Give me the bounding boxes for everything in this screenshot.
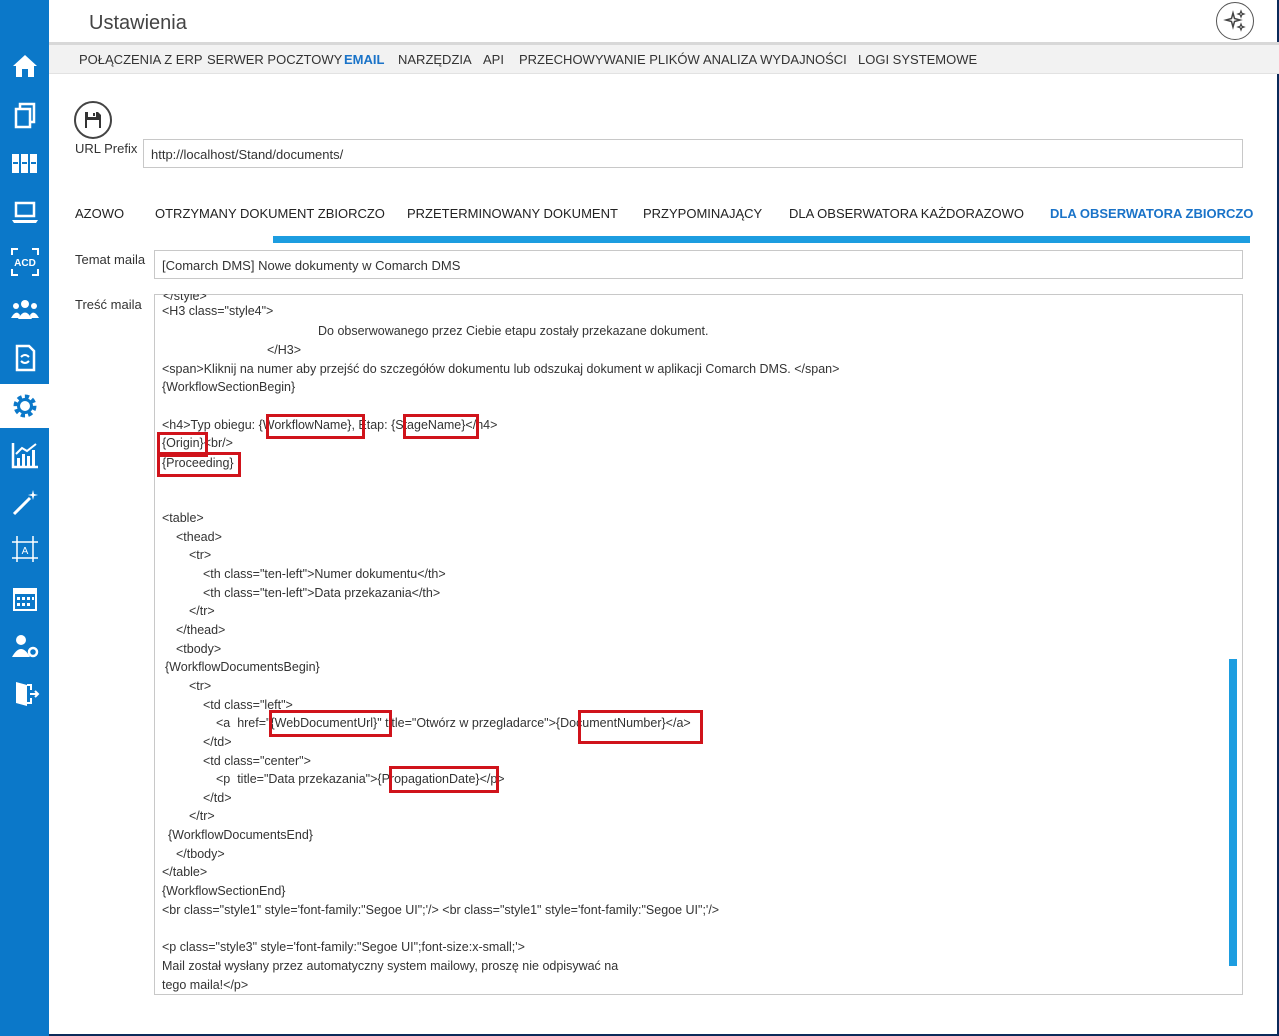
documents-icon [14,102,35,129]
home-icon [12,55,37,77]
sidebar-item-logout[interactable] [0,672,49,716]
body-line: {WorkflowSectionBegin} [162,380,296,394]
tab-overdue-document[interactable]: PRZETERMINOWANY DOKUMENT [407,206,618,221]
laptop-icon [11,201,38,223]
tab-erp-connections[interactable]: POŁĄCZENIA Z ERP [79,52,203,67]
url-prefix-label: URL Prefix [75,141,138,156]
tab-mail-server[interactable]: SERWER POCZTOWY [207,52,342,67]
mail-body-editor[interactable] [154,294,1243,995]
designer-label: A [21,546,28,557]
body-line: </table> [162,865,208,879]
url-prefix-input[interactable]: http://localhost/Stand/documents/ [143,139,1243,168]
sidebar-item-analytics[interactable] [0,433,49,477]
body-label: Treść maila [75,297,142,312]
user-settings-icon [11,635,38,658]
highlight-proceeding [157,452,241,477]
tab-reminder[interactable]: PRZYPOMINAJĄCY [643,206,762,221]
magic-wand-icon [12,490,38,516]
binders-icon [11,154,37,173]
sidebar-item-automation[interactable] [0,480,49,524]
tab-system-logs[interactable]: LOGI SYSTEMOWE [858,52,977,67]
body-line: <span>Kliknij na numer aby przejść do sz… [162,362,840,376]
body-line: </thead> [176,623,226,637]
highlight-web-document-url [269,710,392,737]
floppy-disk-icon [85,112,101,128]
body-line: </H3> [267,343,302,357]
body-line: <tr> [189,679,212,693]
sidebar-item-user-settings[interactable] [0,624,49,668]
sidebar-item-workstation[interactable] [0,190,49,234]
subject-label: Temat maila [75,252,146,267]
logout-icon [15,682,39,706]
body-line: Mail został wysłany przez automatyczny s… [162,959,619,973]
sidebar-item-binders[interactable] [0,141,49,185]
mail-body-scrollbar[interactable] [1229,659,1237,966]
tab-indicator [273,236,1250,243]
tab-file-storage[interactable]: PRZECHOWYWANIE PLIKÓW [519,52,700,67]
analytics-icon [11,443,38,469]
body-line: <H3 class="style4"> [162,304,274,318]
body-line: <th class="ten-left">Data przekazania</t… [203,586,441,600]
highlight-propagation-date [389,766,499,793]
body-line: Do obserwowanego przez Ciebie etapu zost… [318,324,709,338]
body-line: </td> [203,735,232,749]
body-line: <p class="style3" style='font-family:"Se… [162,940,525,954]
body-line: <br class="style1" style='font-family:"S… [162,903,720,917]
tab-api[interactable]: API [483,52,504,67]
tab-observer-batch[interactable]: DLA OBSERWATORA ZBIORCZO [1050,206,1253,221]
tab-received-document-batch[interactable]: OTRZYMANY DOKUMENT ZBIORCZO [155,206,385,221]
acd-icon: ACD [10,248,39,276]
tab-performance-analysis[interactable]: ANALIZA WYDAJNOŚCI [703,52,847,67]
tab-email[interactable]: EMAIL [344,52,384,67]
body-line: {WorkflowSectionEnd} [162,884,286,898]
subject-input[interactable]: [Comarch DMS] Nowe dokumenty w Comarch D… [154,250,1243,279]
document-sync-icon [15,344,35,372]
sidebar-item-home[interactable] [0,44,49,88]
body-line: </tr> [189,809,215,823]
highlight-workflow-name [266,414,365,439]
settings-tabs: POŁĄCZENIA Z ERP SERWER POCZTOWY EMAIL N… [49,42,1279,74]
sidebar-item-documents[interactable] [0,93,49,137]
sidebar-item-designer[interactable]: A [0,527,49,571]
body-line: <table> [162,511,204,525]
body-line: <thead> [176,530,222,544]
save-button[interactable] [74,101,112,139]
body-line: <tr> [189,548,212,562]
designer-icon: A [11,536,38,562]
sidebar-item-users[interactable] [0,288,49,332]
body-line: <th class="ten-left">Numer dokumentu</th… [203,567,446,581]
body-line: {WorkflowDocumentsBegin} [165,660,320,674]
tab-observer-each[interactable]: DLA OBSERWATORA KAŻDORAZOWO [789,206,1024,221]
body-line: </tbody> [176,847,225,861]
highlight-stage-name [403,414,479,439]
sidebar-item-acd[interactable]: ACD [0,240,49,284]
calendar-icon [12,588,37,611]
body-line: tego maila!</p> [162,978,249,992]
acd-label: ACD [14,258,36,269]
tab-tools[interactable]: NARZĘDZIA [398,52,472,67]
body-line: {WorkflowDocumentsEnd} [168,828,313,842]
sidebar-item-settings[interactable] [0,384,49,428]
body-line: </td> [203,791,232,805]
highlight-document-number [578,710,703,744]
gear-icon [13,394,36,418]
sparkles-icon [1223,9,1246,32]
users-icon [10,300,39,319]
body-line: <tbody> [176,642,222,656]
sidebar: ACD A [0,0,49,1036]
assistant-button[interactable] [1216,2,1254,40]
sidebar-item-document-sync[interactable] [0,336,49,380]
tab-template-partial[interactable]: AZOWO [75,206,124,221]
sidebar-item-calendar[interactable] [0,577,49,621]
body-line: <td class="center"> [203,754,311,768]
body-line: </tr> [189,604,215,618]
page-title: Ustawienia [89,12,187,34]
